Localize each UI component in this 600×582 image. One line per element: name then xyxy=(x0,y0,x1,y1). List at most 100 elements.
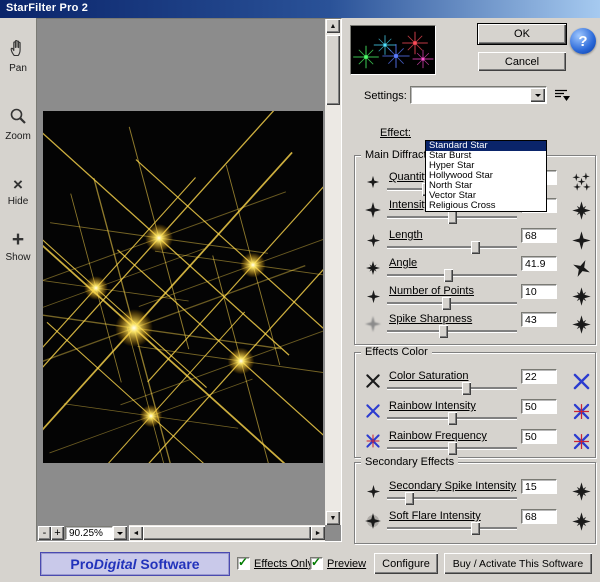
effects-only-label: Effects Only xyxy=(254,558,313,570)
bright-star-icon xyxy=(569,509,593,533)
rainbow-intensity-slider[interactable] xyxy=(387,412,517,425)
length-slider[interactable] xyxy=(387,241,517,254)
soft-star-icon xyxy=(361,312,385,336)
rainbow-star-icon xyxy=(361,429,385,453)
slider-thumb[interactable] xyxy=(471,522,480,535)
cancel-button[interactable]: Cancel xyxy=(478,52,566,71)
rainbow-frequency-value-input[interactable]: 50 xyxy=(521,429,557,444)
dropdown-arrow-icon xyxy=(117,532,123,538)
zoom-in-button[interactable]: + xyxy=(51,526,64,540)
hide-tool-label: Hide xyxy=(0,196,36,207)
window-title: StarFilter Pro 2 xyxy=(6,2,88,14)
show-tool-button[interactable]: + Show xyxy=(0,230,36,263)
slider-thumb[interactable] xyxy=(462,382,471,395)
slider-thumb[interactable] xyxy=(448,412,457,425)
scroll-up-button[interactable]: ▲ xyxy=(326,19,340,33)
zoom-out-button[interactable]: - xyxy=(38,526,51,540)
brand-digital: Digital xyxy=(94,556,137,572)
hide-tool-button[interactable]: × Hide xyxy=(0,176,36,207)
preview-vscrollbar[interactable]: ▲ ▼ xyxy=(325,19,341,525)
number-of-points-slider[interactable] xyxy=(387,297,517,310)
checkbox-box[interactable]: ✓ xyxy=(310,557,323,570)
checkbox-box[interactable]: ✓ xyxy=(237,557,250,570)
configure-button[interactable]: Configure xyxy=(374,553,438,574)
ok-button-label: OK xyxy=(514,28,530,40)
rainbow-intensity-value-input[interactable]: 50 xyxy=(521,399,557,414)
effects-only-checkbox[interactable]: ✓ Effects Only xyxy=(237,557,313,570)
length-value-input[interactable]: 68 xyxy=(521,228,557,243)
effect-option[interactable]: Hyper Star xyxy=(426,161,546,171)
brand-software: Software xyxy=(137,556,200,572)
preview-hscrollbar[interactable]: ◄ ► xyxy=(129,525,325,541)
secondary-spike-intensity-slider[interactable] xyxy=(387,492,517,505)
prodigital-brand-badge: ProDigital Software xyxy=(40,552,230,576)
slider-thumb[interactable] xyxy=(439,325,448,338)
slider-thumb[interactable] xyxy=(448,442,457,455)
rainbow-frequency-label: Rainbow Frequency xyxy=(389,430,487,442)
color-saturation-value-input[interactable]: 22 xyxy=(521,369,557,384)
settings-flyout-menu-icon[interactable] xyxy=(554,88,572,102)
help-button[interactable]: ? xyxy=(570,28,596,54)
close-x-icon: × xyxy=(13,175,23,194)
angle-slider[interactable] xyxy=(387,269,517,282)
effect-option[interactable]: Religious Cross xyxy=(426,201,546,211)
star-flares-graphic xyxy=(43,111,323,463)
glow-star-icon xyxy=(361,509,385,533)
title-bar[interactable]: StarFilter Pro 2 xyxy=(0,0,600,18)
rainbow-frequency-slider[interactable] xyxy=(387,442,517,455)
group-title: Secondary Effects xyxy=(361,456,458,468)
slider-thumb[interactable] xyxy=(405,492,414,505)
scroll-down-button[interactable]: ▼ xyxy=(326,511,340,525)
hscroll-thumb[interactable] xyxy=(143,526,311,540)
scroll-left-button[interactable]: ◄ xyxy=(129,526,143,540)
preview-checkbox[interactable]: ✓ Preview xyxy=(310,557,366,570)
effect-option[interactable]: North Star xyxy=(426,181,546,191)
settings-combobox[interactable] xyxy=(410,86,547,104)
effect-option[interactable]: Vector Star xyxy=(426,191,546,201)
magnifier-icon xyxy=(8,117,28,129)
cancel-button-label: Cancel xyxy=(505,56,539,68)
param-row-length: Length 68 xyxy=(361,228,593,254)
rainbow-intensity-label: Rainbow Intensity xyxy=(389,400,476,412)
settings-label: Settings: xyxy=(364,90,407,102)
effect-option[interactable]: Star Burst xyxy=(426,151,546,161)
bright-star-icon xyxy=(569,479,593,503)
plus-icon: + xyxy=(12,228,24,251)
slider-thumb[interactable] xyxy=(444,269,453,282)
down-arrow-icon: ▼ xyxy=(330,515,337,522)
spike-sharpness-value-input[interactable]: 43 xyxy=(521,312,557,327)
soft-flare-intensity-slider[interactable] xyxy=(387,522,517,535)
x-star-blue-icon xyxy=(569,369,593,393)
slider-thumb[interactable] xyxy=(442,297,451,310)
soft-flare-intensity-value-input[interactable]: 68 xyxy=(521,509,557,524)
settings-combo-arrow-button[interactable] xyxy=(530,88,545,102)
zoom-dropdown-button[interactable] xyxy=(113,526,127,540)
zoom-tool-label: Zoom xyxy=(0,131,36,142)
angle-value-input[interactable]: 41.9 xyxy=(521,256,557,271)
secondary-spike-intensity-value-input[interactable]: 15 xyxy=(521,479,557,494)
slider-thumb[interactable] xyxy=(448,211,457,224)
effects-color-group: Effects Color Color Saturation 22 Rainbo… xyxy=(354,352,596,458)
color-saturation-slider[interactable] xyxy=(387,382,517,395)
effect-option[interactable]: Standard Star xyxy=(426,141,546,151)
preview-bottom-bar: - + 90.25% ◄ ► xyxy=(37,525,325,541)
spike-sharpness-slider[interactable] xyxy=(387,325,517,338)
zoom-tool-button[interactable]: Zoom xyxy=(0,106,36,142)
effect-dropdown-list: Standard Star Star Burst Hyper Star Holl… xyxy=(425,140,547,212)
zoom-level-input[interactable]: 90.25% xyxy=(65,526,113,540)
effect-option[interactable]: Hollywood Star xyxy=(426,171,546,181)
image-preview[interactable] xyxy=(43,111,323,463)
slider-thumb[interactable] xyxy=(471,241,480,254)
vscroll-thumb[interactable] xyxy=(326,35,340,105)
number-of-points-value-input[interactable]: 10 xyxy=(521,284,557,299)
ok-button[interactable]: OK xyxy=(478,24,566,44)
pan-tool-button[interactable]: Pan xyxy=(0,38,36,74)
angle-label: Angle xyxy=(389,257,417,269)
pan-tool-label: Pan xyxy=(0,63,36,74)
intensity-slider[interactable] xyxy=(387,211,517,224)
scroll-right-button[interactable]: ► xyxy=(311,526,325,540)
buy-activate-button-label: Buy / Activate This Software xyxy=(453,558,584,570)
buy-activate-button[interactable]: Buy / Activate This Software xyxy=(444,553,592,574)
dropdown-arrow-icon xyxy=(535,94,541,100)
param-row-rainbow-frequency: Rainbow Frequency 50 xyxy=(361,429,593,455)
